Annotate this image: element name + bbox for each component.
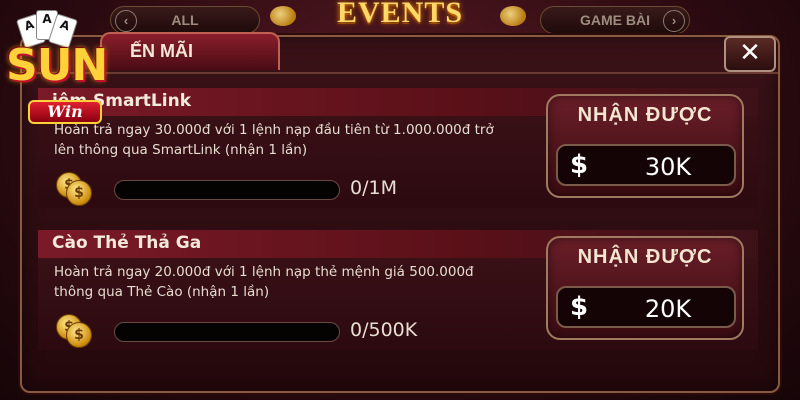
reward-amount: 20K bbox=[644, 295, 692, 323]
coin-decoration-icon bbox=[270, 6, 296, 26]
event-description-line: Hoàn trả ngay 20.000đ với 1 lệnh nạp thẻ… bbox=[54, 264, 474, 280]
dollar-icon: $ bbox=[570, 292, 589, 322]
coin-decoration-icon bbox=[500, 6, 526, 26]
event-card-cao-the: Cào Thẻ Thả Ga Hoàn trả ngay 20.000đ với… bbox=[38, 230, 758, 350]
event-progress-bar bbox=[114, 322, 340, 342]
event-card-smartlink: iệm SmartLink Hoàn trả ngay 30.000đ với … bbox=[38, 88, 758, 208]
event-description: Hoàn trả ngay 20.000đ với 1 lệnh nạp thẻ… bbox=[54, 262, 554, 302]
event-description-line: thông qua Thẻ Cào (nhận 1 lần) bbox=[54, 284, 270, 300]
event-description-line: lên thông qua SmartLink (nhận 1 lần) bbox=[54, 142, 308, 158]
reward-label: NHẬN ĐƯỢC bbox=[577, 246, 713, 268]
event-progress-bar bbox=[114, 180, 340, 200]
logo-brand-text: SUN bbox=[6, 40, 108, 91]
reward-claim-button[interactable]: NHẬN ĐƯỢC $ 30K bbox=[546, 94, 744, 198]
event-progress-text: 0/500K bbox=[350, 319, 418, 341]
reward-claim-button[interactable]: NHẬN ĐƯỢC $ 20K bbox=[546, 236, 744, 340]
events-title: EVENTS bbox=[336, 0, 464, 29]
event-title: Cào Thẻ Thả Ga bbox=[52, 233, 202, 253]
event-progress-text: 0/1M bbox=[350, 177, 397, 199]
coin-stack-icon: $$ bbox=[56, 172, 92, 206]
logo-sub-text: Win bbox=[28, 100, 102, 124]
tab-all-label: ALL bbox=[171, 12, 199, 28]
reward-value: $ 30K bbox=[556, 144, 736, 186]
reward-value: $ 20K bbox=[556, 286, 736, 328]
tab-game-bai-label: GAME BÀI bbox=[580, 12, 650, 28]
reward-label: NHẬN ĐƯỢC bbox=[577, 104, 713, 126]
chevron-right-icon[interactable]: › bbox=[663, 10, 685, 32]
reward-amount: 30K bbox=[644, 153, 692, 181]
coin-stack-icon: $$ bbox=[56, 314, 92, 348]
sunwin-logo: A A A SUN Win bbox=[0, 0, 140, 140]
tab-game-bai[interactable]: GAME BÀI › bbox=[540, 6, 690, 34]
dollar-icon: $ bbox=[570, 150, 589, 180]
close-button[interactable]: ✕ bbox=[724, 36, 776, 72]
